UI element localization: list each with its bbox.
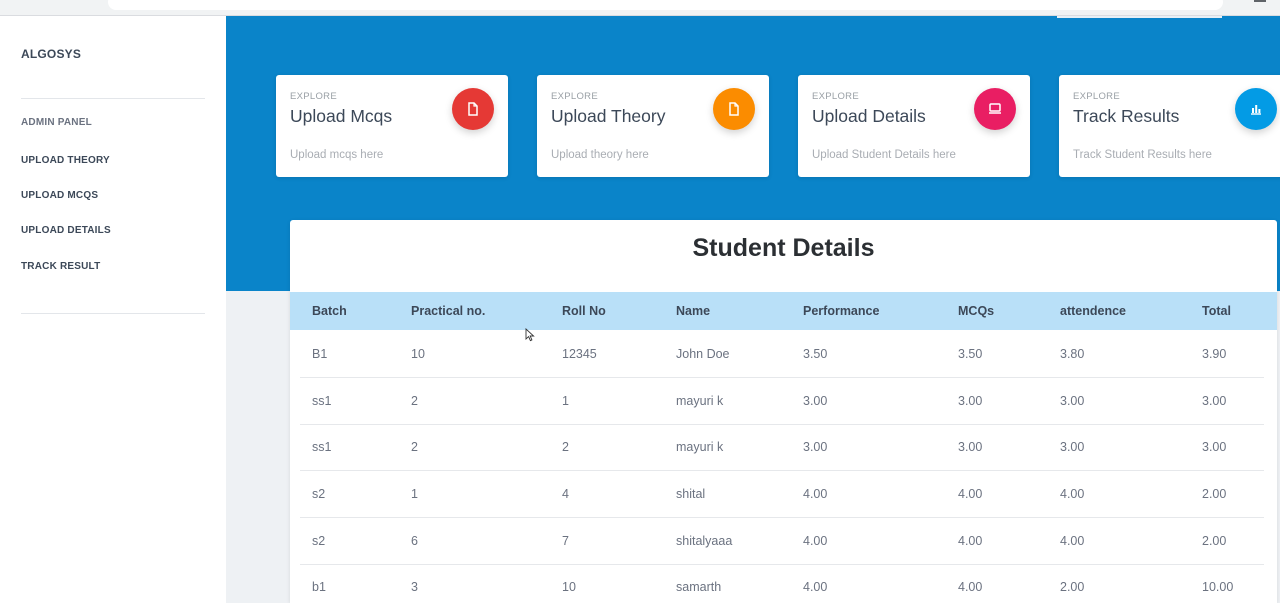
cell-roll-no: 2 — [562, 440, 569, 454]
card-eyebrow: EXPLORE — [1073, 91, 1120, 102]
cell-batch: b1 — [312, 580, 326, 594]
card-upload-mcqs[interactable]: EXPLORE Upload Mcqs Upload mcqs here — [276, 75, 508, 177]
cell-name: mayuri k — [676, 394, 724, 408]
card-upload-theory[interactable]: EXPLORE Upload Theory Upload theory here — [537, 75, 769, 177]
cell-roll-no: 4 — [562, 487, 569, 501]
card-subtitle: Upload theory here — [551, 149, 649, 161]
browser-toolbar — [0, 0, 1280, 16]
card-title: Upload Details — [812, 106, 926, 126]
table-row: s2 1 4 shital 4.00 4.00 4.00 2.00 — [290, 471, 1277, 518]
column-header-roll-no[interactable]: Roll No — [562, 292, 606, 330]
table-row: ss1 2 2 mayuri k 3.00 3.00 3.00 3.00 — [290, 424, 1277, 471]
cell-batch: s2 — [312, 534, 326, 548]
table-row: b1 3 10 samarth 4.00 4.00 2.00 10.00 — [290, 564, 1277, 603]
cell-performance: 3.00 — [803, 440, 828, 454]
column-header-total[interactable]: Total — [1202, 292, 1231, 330]
cell-name: mayuri k — [676, 440, 724, 454]
column-header-attendence[interactable]: attendence — [1060, 292, 1126, 330]
cell-batch: B1 — [312, 347, 328, 361]
navbar-search-edge — [1057, 16, 1222, 18]
cell-performance: 3.00 — [803, 394, 828, 408]
card-upload-details[interactable]: EXPLORE Upload Details Upload Student De… — [798, 75, 1030, 177]
card-eyebrow: EXPLORE — [290, 91, 337, 102]
column-header-batch[interactable]: Batch — [312, 292, 347, 330]
sidebar-divider — [21, 98, 205, 99]
sidebar-item-upload-mcqs[interactable]: UPLOAD MCQS — [21, 190, 98, 201]
cell-performance: 4.00 — [803, 487, 828, 501]
cell-attendence: 2.00 — [1060, 580, 1085, 594]
cell-name: shital — [676, 487, 706, 501]
cell-performance: 4.00 — [803, 580, 828, 594]
page-title: Student Details — [692, 234, 875, 262]
cell-total: 3.00 — [1202, 440, 1227, 454]
table-row: B1 10 12345 John Doe 3.50 3.50 3.80 3.90 — [290, 331, 1277, 378]
cell-name: shitalyaaa — [676, 534, 733, 548]
document-icon — [713, 88, 755, 130]
cell-mcqs: 4.00 — [958, 487, 983, 501]
cell-attendence: 4.00 — [1060, 534, 1085, 548]
cell-mcqs: 3.00 — [958, 394, 983, 408]
cell-mcqs: 4.00 — [958, 534, 983, 548]
card-track-results[interactable]: EXPLORE Track Results Track Student Resu… — [1059, 75, 1280, 177]
browser-menu-icon[interactable] — [1254, 0, 1266, 3]
cell-performance: 3.50 — [803, 347, 828, 361]
card-eyebrow: EXPLORE — [551, 91, 598, 102]
table-row: s2 6 7 shitalyaaa 4.00 4.00 4.00 2.00 — [290, 518, 1277, 565]
column-header-mcqs[interactable]: MCQs — [958, 292, 994, 330]
cell-practical-no: 2 — [411, 394, 418, 408]
card-subtitle: Upload mcqs here — [290, 149, 384, 161]
mouse-cursor-icon — [525, 328, 535, 342]
sidebar-item-upload-details[interactable]: UPLOAD DETAILS — [21, 225, 111, 236]
student-details-panel: Student Details Batch Practical no. Roll… — [290, 220, 1277, 603]
cell-practical-no: 1 — [411, 487, 418, 501]
cell-performance: 4.00 — [803, 534, 828, 548]
cell-batch: s2 — [312, 487, 326, 501]
bar-chart-icon — [1235, 88, 1277, 130]
cell-roll-no: 12345 — [562, 347, 597, 361]
address-bar[interactable] — [108, 0, 1223, 10]
cell-total: 10.00 — [1202, 580, 1234, 594]
cell-practical-no: 6 — [411, 534, 418, 548]
document-icon — [452, 88, 494, 130]
column-header-name[interactable]: Name — [676, 292, 710, 330]
cell-batch: ss1 — [312, 394, 332, 408]
cell-total: 3.90 — [1202, 347, 1227, 361]
cell-name: samarth — [676, 580, 722, 594]
cell-total: 2.00 — [1202, 534, 1227, 548]
cell-roll-no: 1 — [562, 394, 569, 408]
cell-attendence: 3.80 — [1060, 347, 1085, 361]
sidebar-item-upload-theory[interactable]: UPLOAD THEORY — [21, 155, 110, 166]
column-header-performance[interactable]: Performance — [803, 292, 879, 330]
cell-mcqs: 3.00 — [958, 440, 983, 454]
cell-practical-no: 3 — [411, 580, 418, 594]
cell-batch: ss1 — [312, 440, 332, 454]
card-subtitle: Track Student Results here — [1073, 149, 1212, 161]
cell-attendence: 3.00 — [1060, 394, 1085, 408]
sidebar-divider — [21, 313, 205, 314]
sidebar-item-track-result[interactable]: TRACK RESULT — [21, 261, 100, 272]
cell-total: 2.00 — [1202, 487, 1227, 501]
cell-mcqs: 3.50 — [958, 347, 983, 361]
sidebar: ALGOSYS ADMIN PANEL UPLOAD THEORY UPLOAD… — [0, 16, 226, 603]
card-title: Track Results — [1073, 106, 1180, 126]
table-header: Batch Practical no. Roll No Name Perform… — [290, 292, 1277, 330]
cell-attendence: 3.00 — [1060, 440, 1085, 454]
card-title: Upload Theory — [551, 106, 666, 126]
sidebar-item-admin-panel[interactable]: ADMIN PANEL — [21, 117, 92, 128]
cell-practical-no: 10 — [411, 347, 425, 361]
cell-total: 3.00 — [1202, 394, 1227, 408]
cell-attendence: 4.00 — [1060, 487, 1085, 501]
table-row: ss1 2 1 mayuri k 3.00 3.00 3.00 3.00 — [290, 378, 1277, 425]
cell-roll-no: 7 — [562, 534, 569, 548]
card-eyebrow: EXPLORE — [812, 91, 859, 102]
cell-practical-no: 2 — [411, 440, 418, 454]
column-header-practical-no[interactable]: Practical no. — [411, 292, 485, 330]
card-title: Upload Mcqs — [290, 106, 393, 126]
cell-mcqs: 4.00 — [958, 580, 983, 594]
laptop-icon — [974, 88, 1016, 130]
brand-logo[interactable]: ALGOSYS — [21, 47, 81, 61]
cell-name: John Doe — [676, 347, 730, 361]
card-subtitle: Upload Student Details here — [812, 149, 956, 161]
cell-roll-no: 10 — [562, 580, 576, 594]
